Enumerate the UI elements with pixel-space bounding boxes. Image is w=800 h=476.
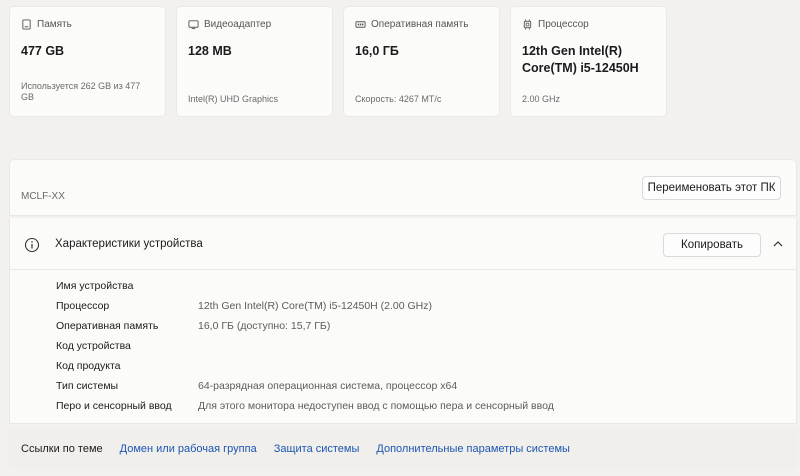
card-value: 16,0 ГБ xyxy=(355,44,399,58)
hardware-cards: Память 477 GB Используется 262 GB из 477… xyxy=(9,6,667,117)
card-label: Видеоадаптер xyxy=(204,18,272,30)
card-value: 12th Gen Intel(R) Core(TM) i5-12450H xyxy=(522,44,639,75)
card-label: Оперативная память xyxy=(371,18,469,30)
card-subtext: Используется 262 GB из 477 GB xyxy=(21,81,141,102)
display-adapter-card: Видеоадаптер 128 MB Intel(R) UHD Graphic… xyxy=(176,6,333,117)
spec-label-ram: Оперативная память xyxy=(56,320,159,332)
card-subtext: Intel(R) UHD Graphics xyxy=(188,94,279,104)
spec-value-processor: 12th Gen Intel(R) Core(TM) i5-12450H (2.… xyxy=(198,300,432,312)
device-specs-panel: Характеристики устройства Копировать Имя… xyxy=(9,218,797,424)
spec-value-ram: 16,0 ГБ (доступно: 15,7 ГБ) xyxy=(198,320,331,332)
pc-name: MCLF-XX xyxy=(21,191,65,202)
storage-icon xyxy=(22,18,31,30)
link-system-protection[interactable]: Защита системы xyxy=(274,443,360,455)
card-subtext: Скорость: 4267 МТ/с xyxy=(355,94,442,104)
spec-label-device-id: Код устройства xyxy=(56,340,131,352)
related-links-bar: Ссылки по теме Домен или рабочая группа … xyxy=(9,428,797,470)
spec-label-processor: Процессор xyxy=(56,300,110,312)
card-value: 477 GB xyxy=(21,44,65,58)
spec-label-system-type: Тип системы xyxy=(56,380,119,392)
spec-value-system-type: 64-разрядная операционная система, проце… xyxy=(198,380,458,392)
link-domain-workgroup[interactable]: Домен или рабочая группа xyxy=(120,443,257,455)
card-label: Процессор xyxy=(538,18,589,30)
pc-name-panel: MCLF-XX Переименовать этот ПК xyxy=(9,159,797,216)
spec-value-pen-touch: Для этого монитора недоступен ввод с пом… xyxy=(198,400,554,412)
card-header: Оперативная память xyxy=(355,17,488,31)
spec-label-device-name: Имя устройства xyxy=(56,280,134,292)
copy-button[interactable]: Копировать xyxy=(663,233,761,257)
spec-label-pen-touch: Перо и сенсорный ввод xyxy=(56,400,172,412)
card-header: Процессор xyxy=(522,17,655,31)
storage-card: Память 477 GB Используется 262 GB из 477… xyxy=(9,6,166,117)
card-header: Видеоадаптер xyxy=(188,17,321,31)
chevron-up-icon[interactable] xyxy=(772,239,784,249)
device-specs-header[interactable]: Характеристики устройства Копировать xyxy=(10,218,796,270)
spec-label-product-id: Код продукта xyxy=(56,360,121,372)
card-subtext: 2.00 GHz xyxy=(522,94,561,104)
card-value: 128 MB xyxy=(188,44,232,58)
card-header: Память xyxy=(21,17,154,31)
ram-icon xyxy=(355,20,366,28)
related-links-label: Ссылки по теме xyxy=(21,443,103,455)
info-icon xyxy=(24,237,40,253)
processor-icon xyxy=(523,18,532,30)
device-specs-title: Характеристики устройства xyxy=(55,238,203,250)
processor-card: Процессор 12th Gen Intel(R) Core(TM) i5-… xyxy=(510,6,667,117)
link-advanced-system-settings[interactable]: Дополнительные параметры системы xyxy=(376,443,570,455)
card-label: Память xyxy=(37,18,72,30)
rename-pc-button[interactable]: Переименовать этот ПК xyxy=(642,176,781,200)
ram-card: Оперативная память 16,0 ГБ Скорость: 426… xyxy=(343,6,500,117)
display-adapter-icon xyxy=(188,19,199,29)
